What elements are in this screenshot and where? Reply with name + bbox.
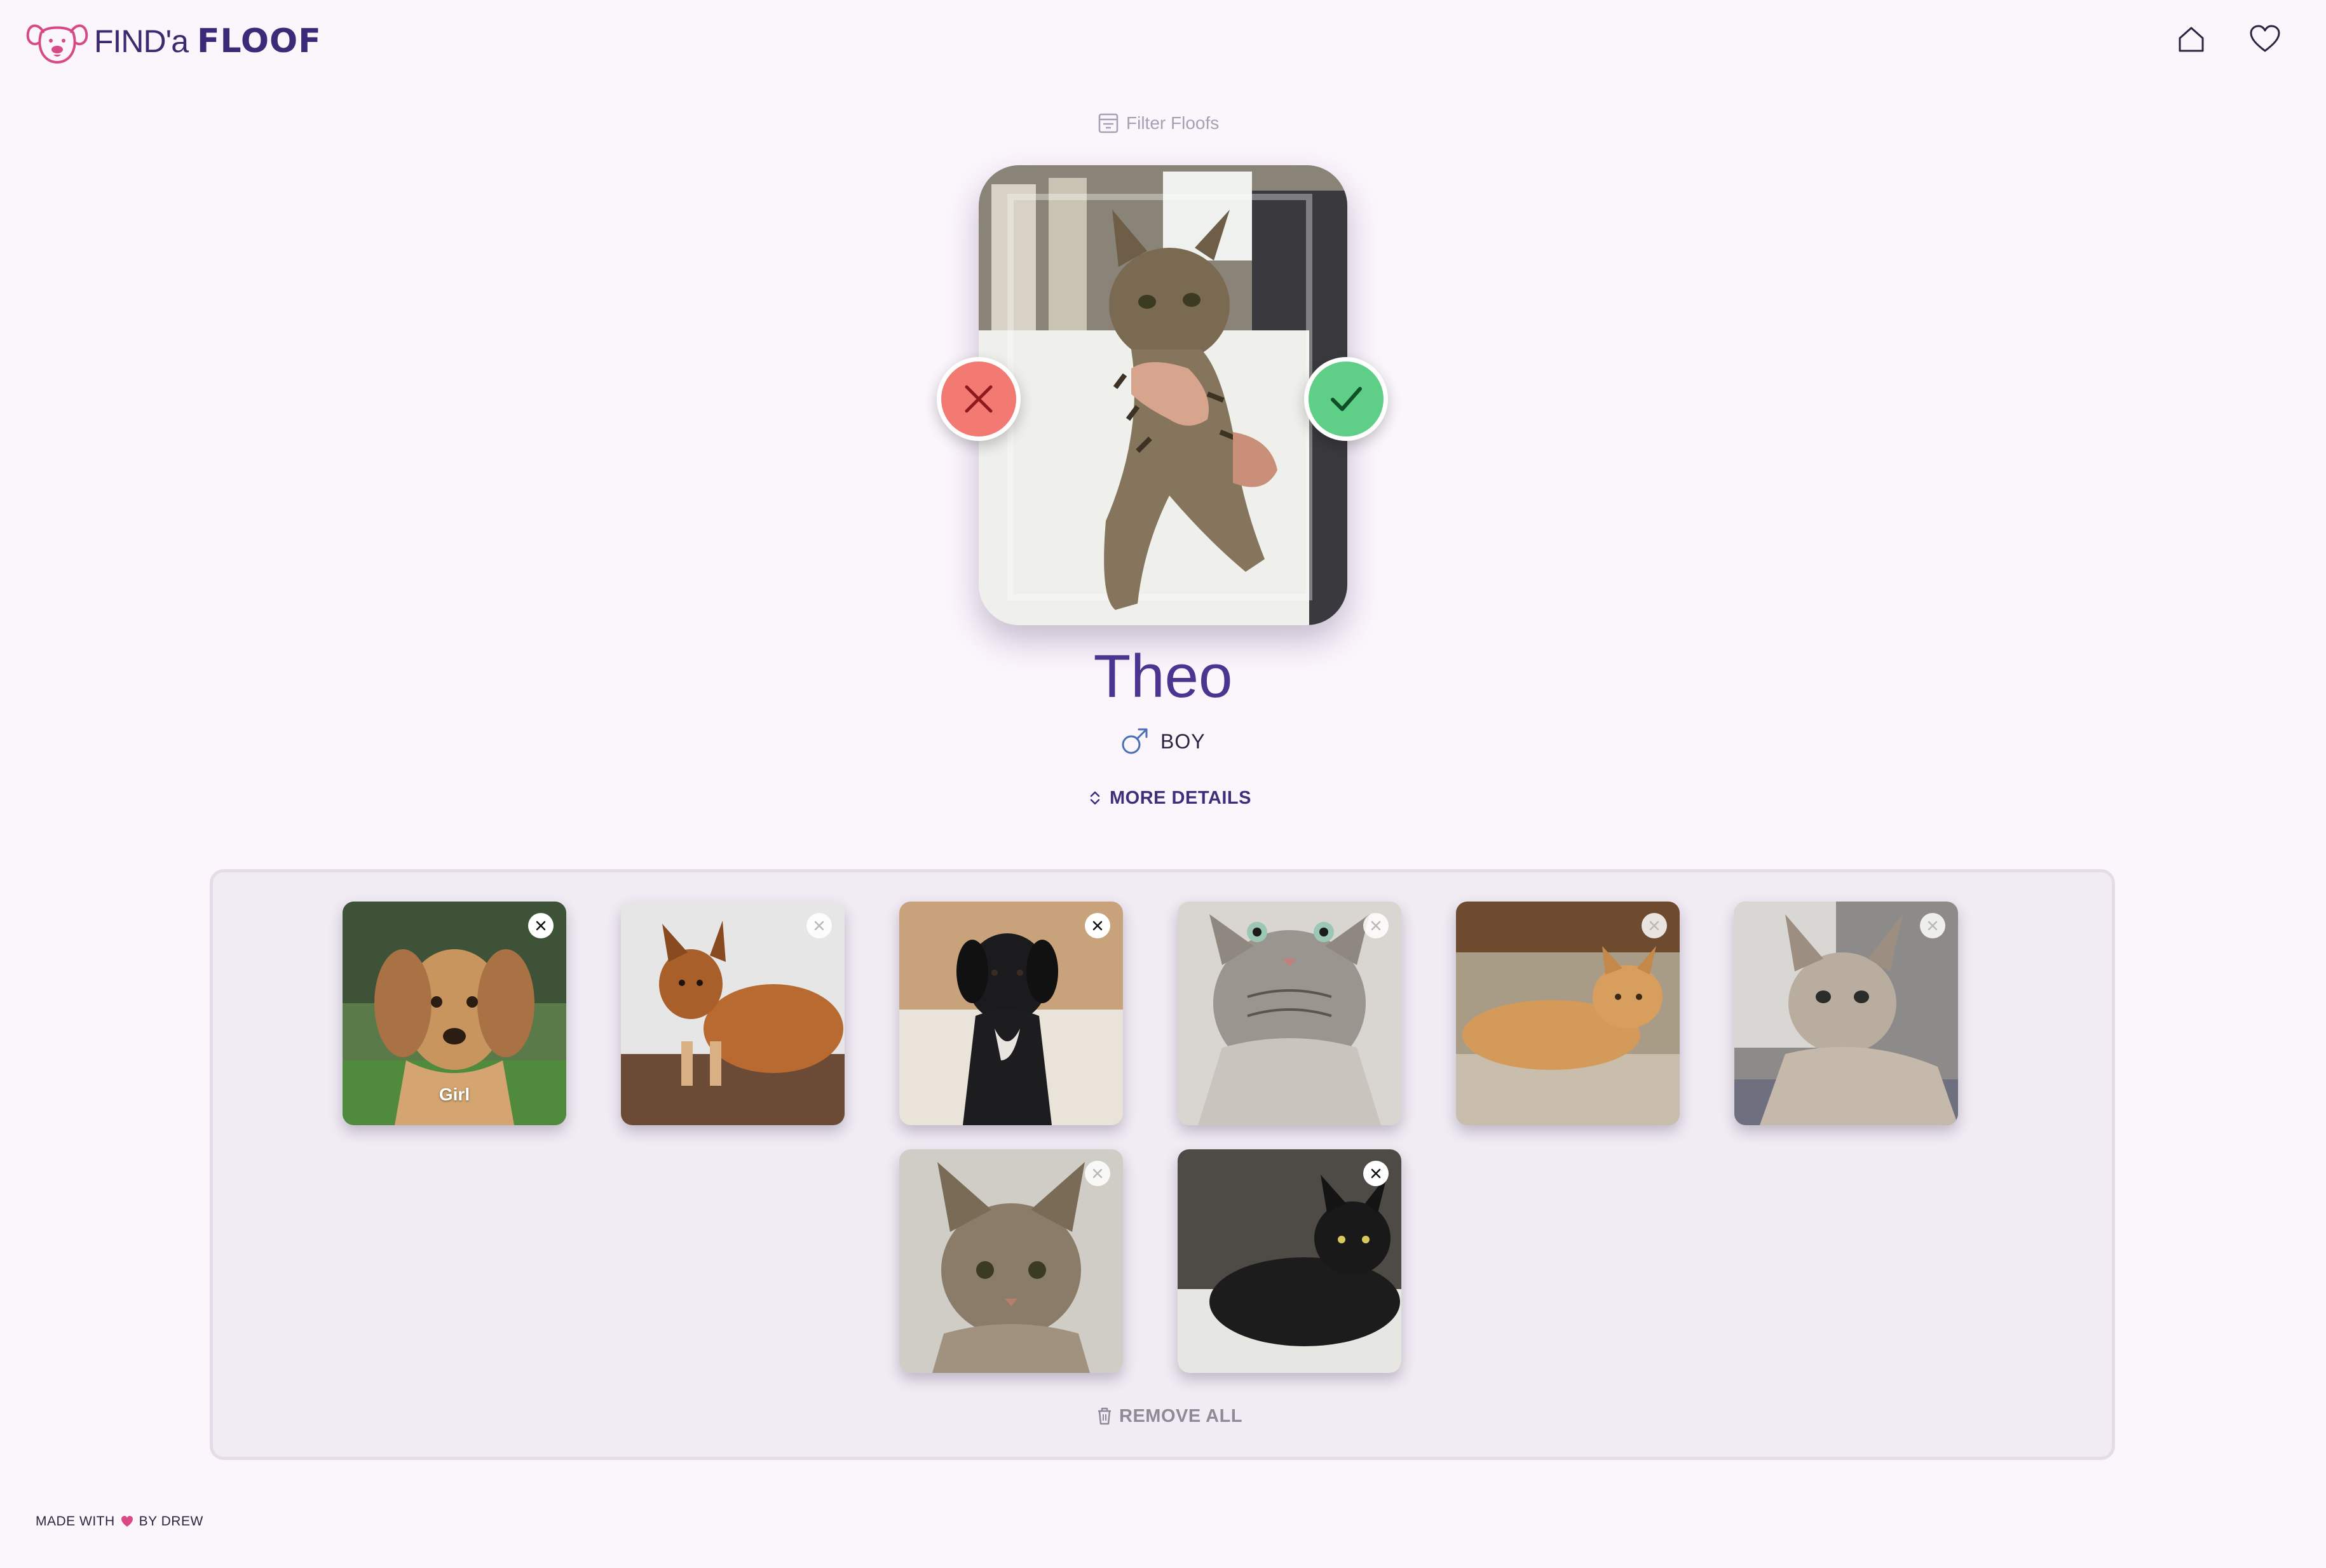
dog-face-logo-icon [26,24,88,64]
favorite-thumbnail[interactable] [899,1149,1123,1373]
remove-favorite-button[interactable] [1363,1161,1389,1186]
remove-favorite-button[interactable] [1920,913,1945,938]
close-icon [536,921,546,931]
heart-icon [121,1516,133,1527]
pet-name: Theo [1093,642,1233,710]
male-icon [1122,728,1148,754]
close-icon [1371,1168,1381,1179]
pet-gender: BOY [1119,726,1206,757]
filter-icon [1098,113,1119,133]
reject-button[interactable] [937,357,1021,441]
remove-all-label: REMOVE ALL [1119,1405,1243,1426]
logo-text-floof: FLOOF [197,22,322,60]
gender-badge: Girl [439,1085,470,1104]
close-icon [1928,921,1938,931]
close-icon [1371,921,1381,931]
favorite-thumbnail[interactable] [1178,902,1401,1125]
remove-favorite-button[interactable] [1085,1161,1110,1186]
heart-icon[interactable] [2248,23,2282,56]
pet-photo-card[interactable] [979,165,1347,625]
footer-by-author: BY DREW [139,1514,203,1529]
check-icon [1331,387,1362,411]
remove-favorite-button[interactable] [528,913,554,938]
app-logo[interactable]: FIND'a FLOOF [25,18,322,65]
footer: MADE WITH BY DREW [36,1512,203,1531]
favorite-thumbnail[interactable] [1456,902,1680,1125]
favorites-panel: Girl REMOVE ALL [210,869,2115,1460]
app-header: FIND'a FLOOF [0,0,2326,83]
close-icon [1092,921,1103,931]
pet-photo [979,165,1347,625]
remove-all-button[interactable]: REMOVE ALL [1096,1403,1242,1429]
logo-text-find: FIND'a [94,24,189,59]
favorite-thumbnail[interactable]: Girl [343,902,566,1125]
chevron-up-down-icon [1090,791,1100,805]
favorite-thumbnail[interactable] [899,902,1123,1125]
remove-favorite-button[interactable] [1642,913,1667,938]
trash-icon [1098,1407,1111,1425]
filter-floofs-button[interactable]: Filter Floofs [1097,111,1219,136]
home-icon[interactable] [2175,23,2208,56]
favorite-thumbnail[interactable] [621,902,845,1125]
filter-label: Filter Floofs [1126,113,1220,133]
favorite-thumbnail[interactable] [1178,1149,1401,1373]
remove-favorite-button[interactable] [806,913,832,938]
close-icon [965,385,993,413]
accept-button[interactable] [1304,357,1388,441]
remove-favorite-button[interactable] [1085,913,1110,938]
more-details-button[interactable]: MORE DETAILS [1087,785,1251,811]
more-details-label: MORE DETAILS [1110,787,1251,808]
footer-made-with: MADE WITH [36,1514,115,1529]
favorite-thumbnail[interactable] [1734,902,1958,1125]
close-icon [1649,921,1659,931]
close-icon [1092,1168,1103,1179]
close-icon [814,921,824,931]
remove-favorite-button[interactable] [1363,913,1389,938]
gender-label: BOY [1160,729,1206,753]
